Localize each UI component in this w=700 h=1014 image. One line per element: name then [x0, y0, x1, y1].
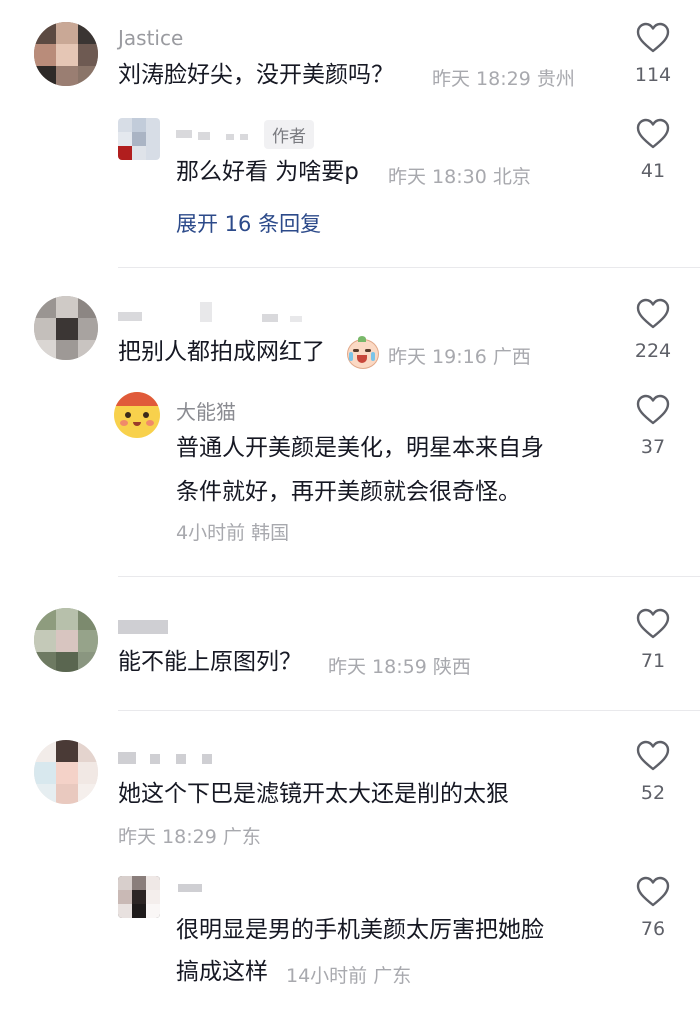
reply-meta: 昨天 18:30 北京 — [388, 166, 531, 188]
heart-outline-icon[interactable] — [636, 118, 670, 150]
reply-text: 那么好看 为啥要p — [176, 159, 359, 185]
heart-outline-icon[interactable] — [636, 298, 670, 330]
username-redacted — [202, 754, 212, 764]
comment-text: 刘涛脸好尖，没开美颜吗？ — [118, 62, 394, 88]
username-redacted — [198, 132, 210, 140]
divider — [118, 267, 700, 268]
heart-outline-icon[interactable] — [636, 740, 670, 772]
avatar[interactable] — [118, 118, 160, 160]
heart-outline-icon[interactable] — [636, 608, 670, 640]
comment-meta: 昨天 18:29 贵州 — [432, 68, 575, 90]
author-tag: 作者 — [264, 120, 314, 149]
reply-text: 搞成这样 — [176, 959, 268, 985]
avatar[interactable] — [114, 392, 160, 438]
comment-meta: 昨天 18:29 广东 — [118, 826, 261, 848]
comment-text: 她这个下巴是滤镜开太大还是削的太狠 — [118, 781, 509, 807]
avatar[interactable] — [34, 740, 98, 804]
crying-face-emoji — [346, 336, 379, 369]
like-count: 37 — [640, 436, 666, 458]
reply-meta: 14小时前 广东 — [286, 965, 412, 987]
expand-replies-button[interactable]: 展开 16 条回复 — [176, 208, 321, 238]
username-redacted — [118, 752, 136, 764]
username-redacted — [290, 316, 302, 322]
username[interactable]: 大能猫 — [176, 396, 236, 425]
username-redacted — [118, 312, 142, 321]
comment-text: 能不能上原图列？ — [118, 649, 302, 675]
avatar[interactable] — [34, 296, 98, 360]
like-count: 76 — [640, 918, 666, 940]
avatar[interactable] — [34, 22, 98, 86]
heart-outline-icon[interactable] — [636, 394, 670, 426]
avatar[interactable] — [118, 876, 160, 918]
comment-text: 把别人都拍成网红了 — [118, 339, 325, 365]
username-redacted — [176, 754, 186, 764]
username-redacted — [178, 884, 202, 892]
username-redacted — [176, 130, 192, 138]
comment-meta: 昨天 19:16 广西 — [388, 346, 531, 368]
divider — [118, 576, 700, 577]
like-count: 224 — [634, 340, 672, 362]
username[interactable]: Jastice — [118, 26, 183, 50]
reply-text: 普通人开美颜是美化，明星本来自身 — [176, 435, 544, 461]
reply-meta: 4小时前 韩国 — [176, 522, 290, 544]
divider — [118, 710, 700, 711]
like-count: 52 — [640, 782, 666, 804]
like-count: 114 — [634, 64, 672, 86]
like-count: 71 — [640, 650, 666, 672]
username-redacted — [262, 314, 278, 322]
reply-text: 很明显是男的手机美颜太厉害把她脸 — [176, 917, 544, 943]
username-redacted — [200, 302, 212, 322]
username-redacted — [150, 754, 160, 764]
heart-outline-icon[interactable] — [636, 876, 670, 908]
comment-meta: 昨天 18:59 陕西 — [328, 656, 471, 678]
username-redacted — [118, 620, 168, 634]
heart-outline-icon[interactable] — [636, 22, 670, 54]
avatar[interactable] — [34, 608, 98, 672]
username-redacted — [226, 134, 234, 140]
like-count: 41 — [640, 160, 666, 182]
username-redacted — [240, 134, 248, 140]
reply-text: 条件就好，再开美颜就会很奇怪。 — [176, 479, 521, 505]
